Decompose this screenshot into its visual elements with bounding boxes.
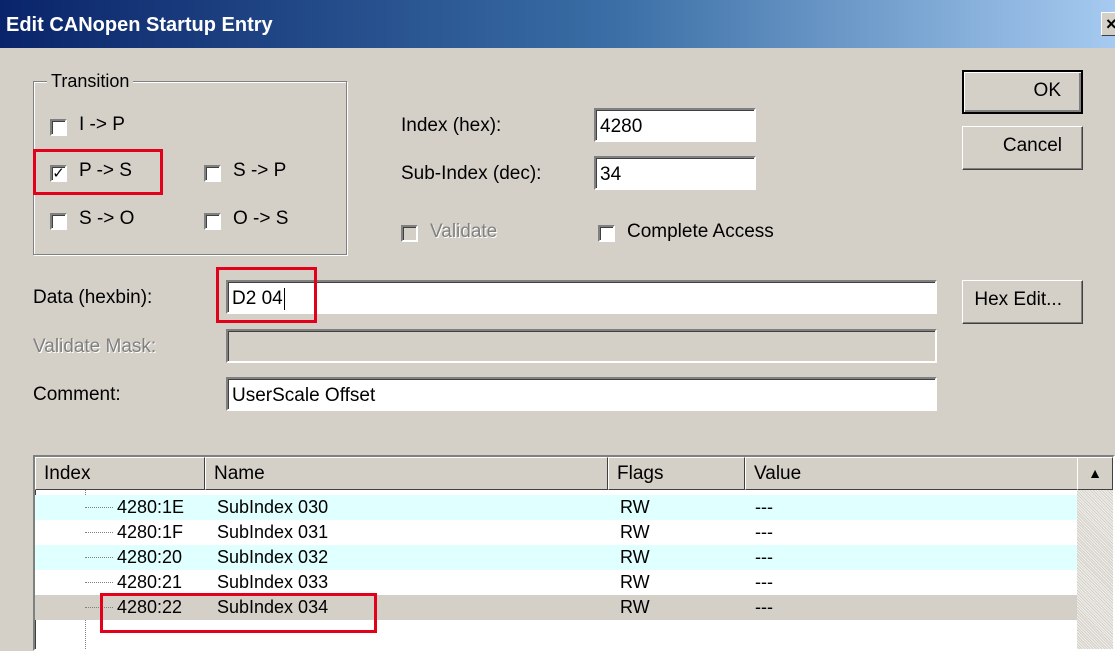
- data-input[interactable]: D2 04: [226, 280, 937, 314]
- comment-label: Comment:: [33, 384, 121, 405]
- complete-access-label: Complete Access: [627, 221, 774, 242]
- table-row[interactable]: 4280:20 SubIndex 032 RW ---: [35, 545, 1079, 570]
- label-i-to-p: I -> P: [79, 114, 125, 135]
- checkbox-complete-access[interactable]: [598, 225, 615, 242]
- row-name: SubIndex 030: [217, 497, 329, 517]
- comment-input[interactable]: UserScale Offset: [226, 377, 937, 411]
- scroll-up-button[interactable]: ▲: [1077, 457, 1113, 490]
- column-header-name[interactable]: Name: [205, 457, 608, 490]
- row-value: ---: [755, 497, 773, 517]
- row-flags: RW: [620, 547, 650, 567]
- row-value: ---: [755, 572, 773, 592]
- list-header: Index Name Flags Value: [35, 457, 1113, 490]
- subindex-input[interactable]: 34: [594, 156, 756, 190]
- row-index: 4280:20: [117, 547, 183, 567]
- row-flags: RW: [620, 522, 650, 542]
- row-value: ---: [755, 522, 773, 542]
- row-name: SubIndex 032: [217, 547, 329, 567]
- title-bar: Edit CANopen Startup Entry ×: [0, 0, 1115, 48]
- hex-edit-button[interactable]: Hex Edit...: [962, 280, 1083, 324]
- label-s-to-p: S -> P: [233, 160, 287, 181]
- checkbox-validate[interactable]: [401, 225, 418, 242]
- row-index: 4280:1E: [117, 497, 185, 517]
- cancel-button[interactable]: Cancel: [962, 126, 1083, 170]
- row-name: SubIndex 033: [217, 572, 329, 592]
- subindex-label: Sub-Index (dec):: [401, 163, 542, 184]
- checkbox-s-to-o[interactable]: [50, 213, 67, 230]
- index-label: Index (hex):: [401, 115, 502, 136]
- tree-branch: [85, 532, 113, 533]
- row-flags: RW: [620, 597, 650, 617]
- validate-mask-input[interactable]: [226, 329, 937, 363]
- highlight-p-to-s: [33, 149, 163, 195]
- table-row[interactable]: 4280:1E SubIndex 030 RW ---: [35, 495, 1079, 520]
- highlight-data: [216, 267, 317, 323]
- tree-branch: [85, 507, 113, 508]
- row-value: ---: [755, 597, 773, 617]
- row-flags: RW: [620, 497, 650, 517]
- checkbox-i-to-p[interactable]: [50, 119, 67, 136]
- tree-branch: [85, 557, 113, 558]
- data-label: Data (hexbin):: [33, 287, 153, 308]
- tree-branch: [85, 582, 113, 583]
- ok-button[interactable]: OK: [962, 70, 1083, 114]
- column-header-value[interactable]: Value: [745, 457, 1079, 490]
- row-flags: RW: [620, 572, 650, 592]
- table-row[interactable]: 4280:1F SubIndex 031 RW ---: [35, 520, 1079, 545]
- label-o-to-s: O -> S: [233, 208, 289, 229]
- validate-label: Validate: [430, 221, 498, 242]
- window-title: Edit CANopen Startup Entry: [6, 14, 273, 36]
- checkbox-s-to-p[interactable]: [204, 165, 221, 182]
- table-row[interactable]: 4280:21 SubIndex 033 RW ---: [35, 570, 1079, 595]
- checkbox-o-to-s[interactable]: [204, 213, 221, 230]
- index-input[interactable]: 4280: [594, 108, 756, 142]
- row-value: ---: [755, 547, 773, 567]
- close-button[interactable]: ×: [1101, 12, 1115, 36]
- column-header-index[interactable]: Index: [35, 457, 205, 490]
- transition-legend: Transition: [47, 71, 134, 92]
- column-header-flags[interactable]: Flags: [608, 457, 745, 490]
- label-s-to-o: S -> O: [79, 208, 135, 229]
- row-name: SubIndex 031: [217, 522, 329, 542]
- validate-mask-label: Validate Mask:: [33, 336, 157, 357]
- row-index: 4280:1F: [117, 522, 184, 542]
- row-index: 4280:21: [117, 572, 183, 592]
- highlight-selected-row: [100, 593, 377, 633]
